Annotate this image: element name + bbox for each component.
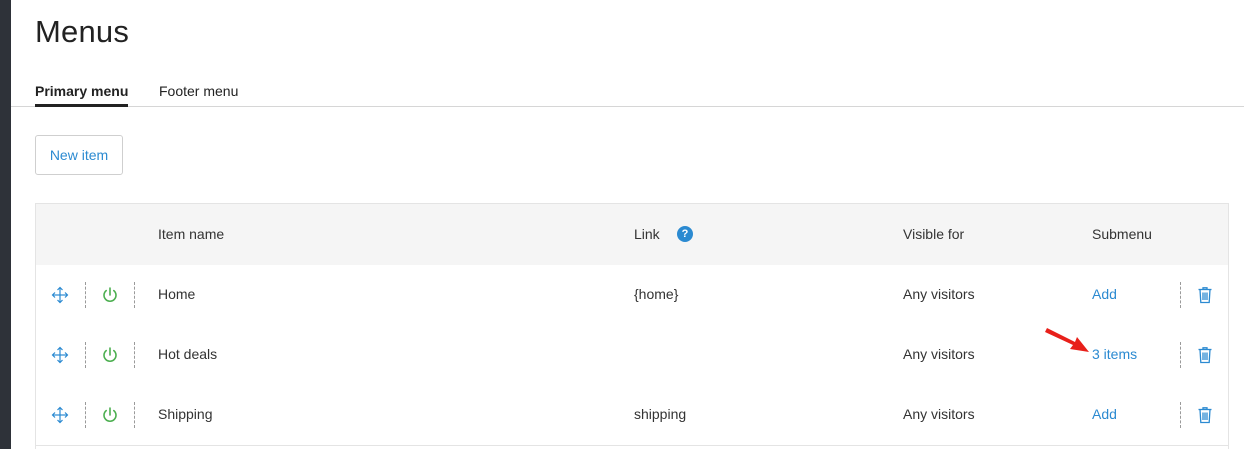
item-name: Shipping [158,406,213,422]
item-visible-for: Any visitors [903,286,975,302]
power-icon[interactable] [101,286,119,304]
move-arrows-icon[interactable] [51,286,69,304]
row-divider [1180,282,1181,308]
item-name: Hot deals [158,346,218,362]
trash-icon[interactable] [1197,346,1213,364]
item-visible-for: Any visitors [903,406,975,422]
item-link: shipping [634,406,687,422]
move-arrows-icon[interactable] [51,346,69,364]
trash-icon[interactable] [1197,406,1213,424]
power-icon[interactable] [101,346,119,364]
tab-primary-menu[interactable]: Primary menu [35,83,129,107]
new-item-button[interactable]: New item [35,135,123,175]
item-visible-for: Any visitors [903,346,975,362]
tab-footer-menu[interactable]: Footer menu [159,83,238,104]
header-link: Link [634,226,660,242]
header-submenu: Submenu [1092,226,1152,242]
submenu-add-link[interactable]: Add [1092,286,1117,302]
menu-tabs: Primary menu Footer menu [11,82,1244,107]
red-arrow-annotation-icon [1045,325,1091,355]
submenu-add-link[interactable]: Add [1092,406,1117,422]
item-link: {home} [634,286,679,302]
table-header: Item name Link ? Visible for Submenu [36,204,1228,266]
trash-icon[interactable] [1197,286,1213,304]
item-name: Home [158,286,196,302]
row-divider [85,282,86,308]
row-divider [1180,342,1181,368]
header-visible-for: Visible for [903,226,965,242]
help-icon[interactable]: ? [677,226,693,242]
left-sidebar-strip [0,0,11,449]
row-divider [1180,402,1181,428]
power-icon[interactable] [101,406,119,424]
row-divider [85,402,86,428]
row-divider [134,282,135,308]
submenu-items-link[interactable]: 3 items [1092,346,1137,362]
table-row: Shipping shipping Any visitors Add [36,385,1228,446]
table-row: Home {home} Any visitors Add [36,265,1228,326]
row-divider [134,402,135,428]
row-divider [134,342,135,368]
row-divider [85,342,86,368]
page-title: Menus [35,14,130,49]
header-item-name: Item name [158,226,225,242]
move-arrows-icon[interactable] [51,406,69,424]
